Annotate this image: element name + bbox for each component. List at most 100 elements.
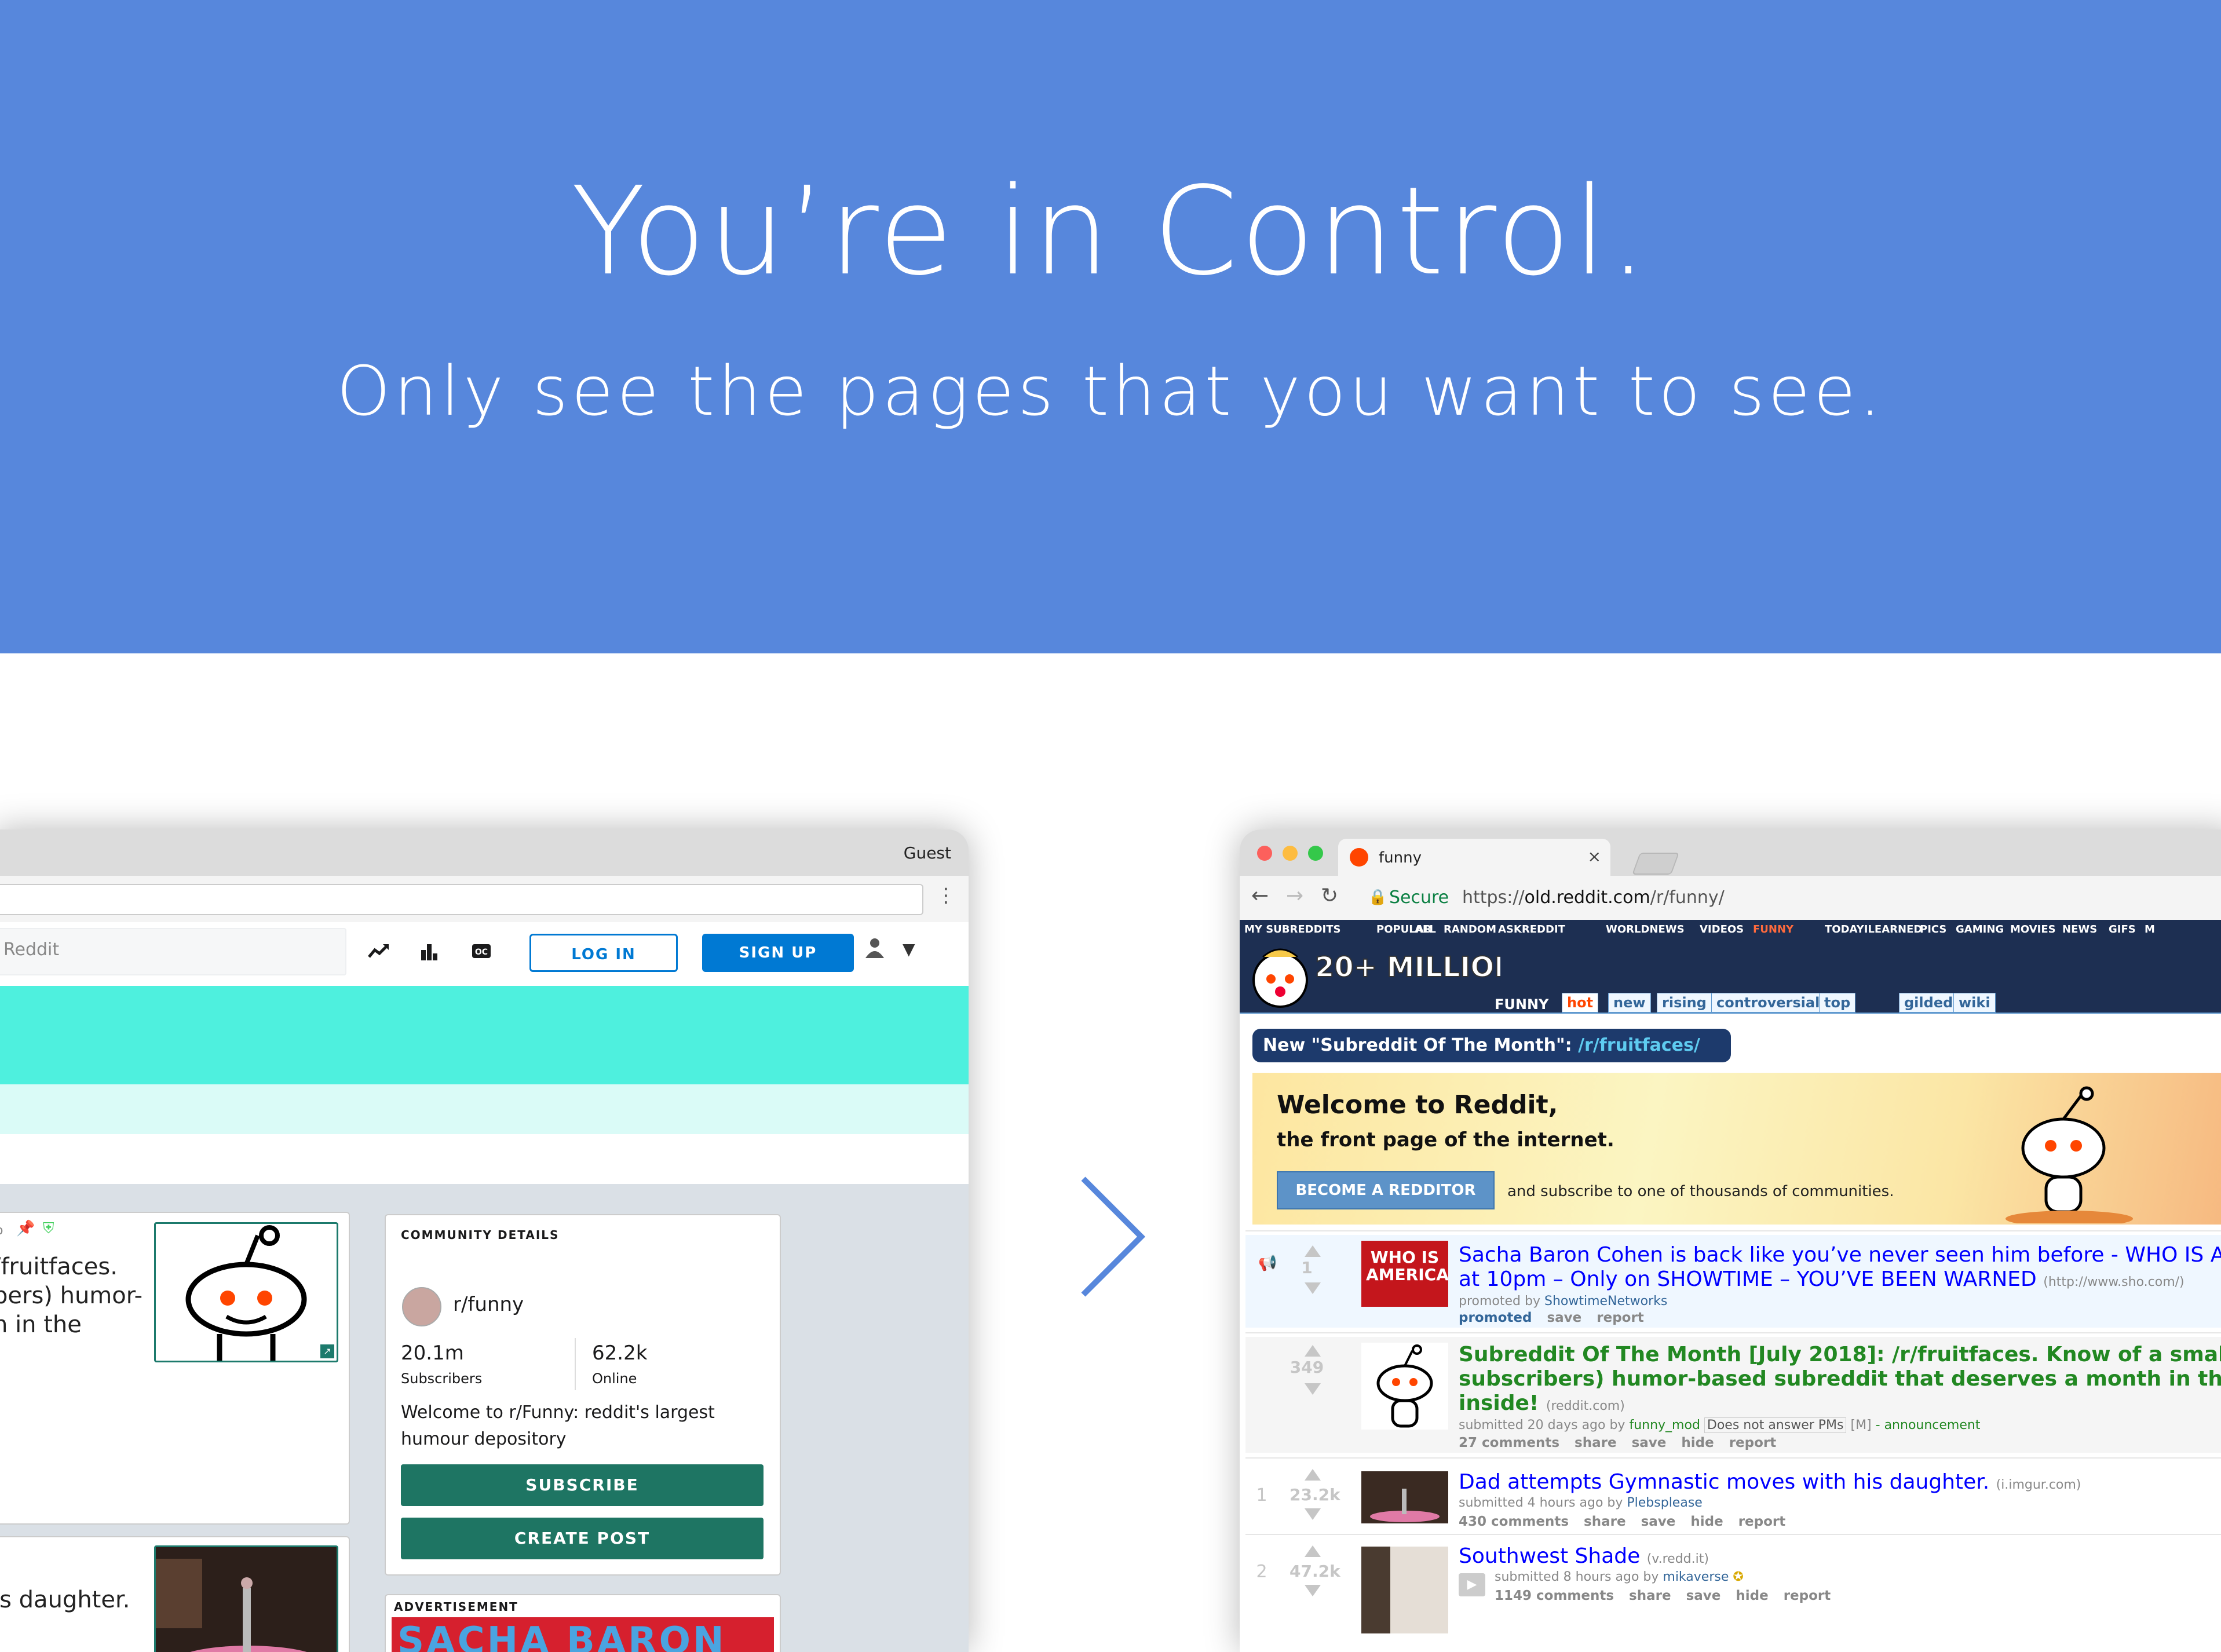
subreddit-bar-item[interactable]: FUNNY [1753,923,1793,935]
action-share[interactable]: share [1584,1514,1626,1529]
post-title-text[interactable]: inside! [1459,1391,1539,1415]
post-row-announcement[interactable]: 349 Subreddit Of The Month [July 2018]: … [1245,1337,2221,1453]
sort-tab-new[interactable]: new [1608,993,1651,1013]
post-title-text[interactable]: Southwest Shade [1459,1544,1640,1568]
post-card[interactable]: o 📌 ⛨ /fruitfaces. bers) humor- n in the… [0,1212,350,1525]
action-report[interactable]: report [1729,1435,1777,1450]
subreddit-bar-item[interactable]: RANDOM [1444,923,1496,935]
post-thumbnail[interactable] [1361,1547,1448,1633]
upvote-arrow-icon[interactable] [1305,1545,1321,1557]
sort-tab-top[interactable]: top [1819,993,1856,1013]
action-save[interactable]: save [1547,1310,1581,1325]
sort-tab-controversial[interactable]: controversial [1711,993,1825,1013]
post-row[interactable]: 1 23.2k Dad attempts Gymnastic moves wit… [1245,1462,2221,1532]
search-input[interactable]: Reddit [0,928,346,975]
address-bar[interactable] [0,884,923,915]
reload-icon[interactable]: ↻ [1321,884,1338,908]
minimize-window-icon[interactable] [1283,846,1298,861]
post-row-promoted[interactable]: 📢 1 WHO IS AMERICA? Sacha Baron Cohen is… [1245,1235,2221,1328]
post-author[interactable]: funny_mod [1629,1418,1700,1432]
sotm-link[interactable]: /r/fruitfaces/ [1578,1035,1700,1055]
become-redditor-button[interactable]: BECOME A REDDITOR [1277,1171,1495,1209]
post-title-line[interactable]: Sacha Baron Cohen is back like you’ve ne… [1459,1243,2221,1267]
downvote-arrow-icon[interactable] [1305,1508,1321,1520]
post-thumbnail[interactable]: WHO IS AMERICA? [1361,1241,1448,1307]
post-title-line[interactable]: subscribers) humor-based subreddit that … [1459,1367,2221,1391]
subreddit-bar-item[interactable]: PICS [1920,923,1946,935]
action-share[interactable]: share [1629,1588,1671,1603]
post-title-text[interactable]: at 10pm – Only on SHOWTIME – YOU’VE BEEN… [1459,1267,2037,1291]
downvote-arrow-icon[interactable] [1305,1585,1321,1596]
advertisement-card[interactable]: ADVERTISEMENT SACHA BARON [385,1594,781,1652]
post-author[interactable]: Plebsplease [1627,1496,1702,1510]
subscribe-button[interactable]: SUBSCRIBE [401,1464,764,1506]
sort-tab-wiki[interactable]: wiki [1953,993,1996,1013]
external-link-icon[interactable]: ↗ [320,1344,334,1358]
oc-icon[interactable]: OC [468,940,495,966]
subreddit-bar-item[interactable]: WORLDNEWS [1606,923,1685,935]
trending-icon[interactable] [365,940,392,966]
back-icon[interactable]: ← [1251,884,1269,908]
close-tab-icon[interactable]: × [1588,847,1601,866]
sort-tab-rising[interactable]: rising [1657,993,1712,1013]
play-video-icon[interactable]: ▶ [1459,1573,1485,1596]
subreddit-bar-item[interactable]: TODAYILEARNED [1825,923,1922,935]
action-save[interactable]: save [1641,1514,1676,1529]
post-domain[interactable]: (v.redd.it) [1647,1552,1709,1566]
new-tab-button[interactable] [1632,853,1679,875]
subreddit-bar-item[interactable]: MOVIES [2010,923,2056,935]
downvote-arrow-icon[interactable] [1305,1282,1321,1294]
post-title-line-2[interactable]: at 10pm – Only on SHOWTIME – YOU’VE BEEN… [1459,1267,2185,1295]
action-comments[interactable]: 430 comments [1459,1514,1569,1529]
forward-icon[interactable]: → [1286,884,1303,908]
action-save[interactable]: save [1686,1588,1721,1603]
upvote-arrow-icon[interactable] [1305,1469,1321,1481]
subreddit-bar-item[interactable]: ALL [1415,923,1436,935]
subreddit-bar-item[interactable]: ASKREDDIT [1498,923,1565,935]
guest-profile-label[interactable]: Guest [904,843,951,862]
subreddit-bar-item[interactable]: MY SUBREDDITS [1244,923,1341,935]
subreddit-bar-item[interactable]: NEWS [2062,923,2097,935]
subreddit-bar-item[interactable]: GAMING [1956,923,2004,935]
action-share[interactable]: share [1575,1435,1617,1450]
upvote-arrow-icon[interactable] [1305,1345,1321,1357]
sort-tab-hot[interactable]: hot [1562,993,1599,1013]
action-report[interactable]: report [1597,1310,1644,1325]
action-hide[interactable]: hide [1736,1588,1768,1603]
maximize-window-icon[interactable] [1308,846,1323,861]
subreddit-name[interactable]: r/funny [453,1293,524,1316]
post-thumbnail[interactable]: ↗ [154,1222,338,1362]
subreddit-bar-item[interactable]: VIDEOS [1700,923,1744,935]
post-domain[interactable]: (http://www.sho.com/) [2043,1275,2184,1289]
user-icon[interactable] [863,936,886,965]
create-post-button[interactable]: CREATE POST [401,1518,764,1559]
sign-up-button[interactable]: SIGN UP [702,934,854,972]
post-row[interactable]: 2 47.2k Southwest Shade (v.redd.it) subm… [1245,1538,2221,1652]
log-in-button[interactable]: LOG IN [529,934,678,972]
post-thumbnail[interactable] [1361,1471,1448,1523]
leaderboard-icon[interactable] [416,940,443,966]
action-comments[interactable]: 27 comments [1459,1435,1559,1450]
post-domain[interactable]: (reddit.com) [1546,1399,1625,1413]
subreddit-of-the-month-banner[interactable]: New "Subreddit Of The Month": /r/fruitfa… [1252,1029,1731,1062]
post-title-line-3[interactable]: inside! (reddit.com) [1459,1391,1625,1419]
downvote-arrow-icon[interactable] [1305,1383,1321,1395]
chevron-down-icon[interactable]: ▼ [903,940,915,959]
post-author[interactable]: ShowtimeNetworks [1544,1294,1667,1309]
post-title-line[interactable]: Southwest Shade (v.redd.it) [1459,1544,1709,1571]
funny-logo[interactable]: 20+ MILLION [1245,943,1500,1013]
menu-kebab-icon[interactable]: ⋮ [936,884,956,907]
subreddit-bar-item[interactable]: GIFS [2109,923,2136,935]
sort-tab-gilded[interactable]: gilded [1899,993,1959,1013]
close-window-icon[interactable] [1257,846,1272,861]
post-author[interactable]: mikaverse [1663,1570,1729,1584]
post-title-line[interactable]: Dad attempts Gymnastic moves with his da… [1459,1470,2081,1497]
post-thumbnail[interactable]: ↗ [154,1545,338,1652]
post-domain[interactable]: (i.imgur.com) [1996,1478,2081,1492]
post-card[interactable]: is daughter. ↗ [0,1536,350,1652]
post-title-line[interactable]: Subreddit Of The Month [July 2018]: /r/f… [1459,1343,2221,1367]
subreddit-bar-item[interactable]: M [2145,923,2155,935]
post-title-text[interactable]: Dad attempts Gymnastic moves with his da… [1459,1470,1989,1494]
action-report[interactable]: report [1784,1588,1831,1603]
address-bar[interactable]: https://old.reddit.com/r/funny/ [1462,887,1725,908]
